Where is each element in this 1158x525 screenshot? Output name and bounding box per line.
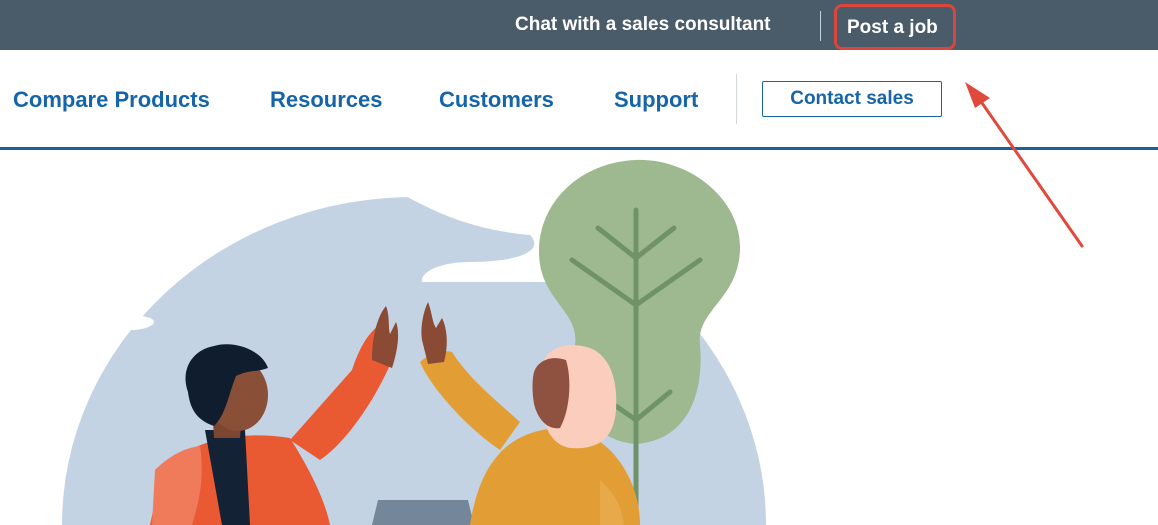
post-a-job-label: Post a job: [847, 17, 938, 38]
nav-resources[interactable]: Resources: [270, 87, 383, 113]
high-five-illustration: [50, 159, 766, 525]
contact-sales-button[interactable]: Contact sales: [762, 81, 942, 117]
nav-divider: [736, 74, 737, 124]
cloud-wave-left: [50, 300, 154, 330]
top-utility-bar: Chat with a sales consultant Post a job: [0, 0, 1158, 50]
nav-customers[interactable]: Customers: [439, 87, 554, 113]
topbar-divider: [820, 11, 821, 41]
nav-support[interactable]: Support: [614, 87, 698, 113]
laptop: [372, 500, 474, 525]
chat-sales-consultant-link[interactable]: Chat with a sales consultant: [515, 14, 771, 36]
nav-compare-products[interactable]: Compare Products: [13, 87, 210, 113]
main-navigation: Compare Products Resources Customers Sup…: [0, 50, 1158, 148]
post-a-job-button[interactable]: Post a job: [834, 4, 956, 50]
